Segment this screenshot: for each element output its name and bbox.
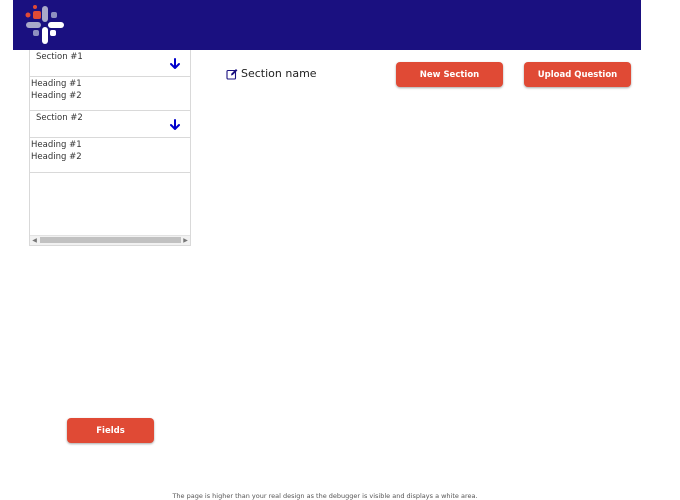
heading-item[interactable]: Heading #1 <box>30 139 190 151</box>
section-name-label: Section name <box>241 67 317 80</box>
section-1-headings: Heading #1 Heading #2 <box>30 77 190 111</box>
scroll-right-icon[interactable]: ▶ <box>181 236 190 245</box>
sidebar-section-1[interactable]: Section #1 <box>30 50 190 77</box>
section-name-editor[interactable]: Section name <box>226 67 317 80</box>
app-header <box>13 0 641 50</box>
heading-item[interactable]: Heading #1 <box>30 78 190 90</box>
section-title: Section #1 <box>36 52 83 62</box>
new-section-button[interactable]: New Section <box>396 62 503 87</box>
arrow-down-icon[interactable] <box>169 119 181 131</box>
cross-logo-icon[interactable] <box>23 3 67 47</box>
scrollbar-thumb[interactable] <box>40 237 181 243</box>
heading-item[interactable]: Heading #2 <box>30 90 190 102</box>
section-2-headings: Heading #1 Heading #2 <box>30 138 190 173</box>
sections-sidebar: Section #1 Heading #1 Heading #2 Section… <box>29 50 191 246</box>
section-title: Section #2 <box>36 113 83 123</box>
arrow-down-icon[interactable] <box>169 58 181 70</box>
sidebar-section-2[interactable]: Section #2 <box>30 111 190 138</box>
debugger-note: The page is higher than your real design… <box>172 492 478 500</box>
fields-button[interactable]: Fields <box>67 418 154 443</box>
horizontal-scrollbar[interactable]: ◀ ▶ <box>30 235 190 245</box>
scroll-left-icon[interactable]: ◀ <box>30 236 39 245</box>
upload-question-button[interactable]: Upload Question <box>524 62 631 87</box>
edit-icon[interactable] <box>226 68 238 80</box>
heading-item[interactable]: Heading #2 <box>30 151 190 163</box>
